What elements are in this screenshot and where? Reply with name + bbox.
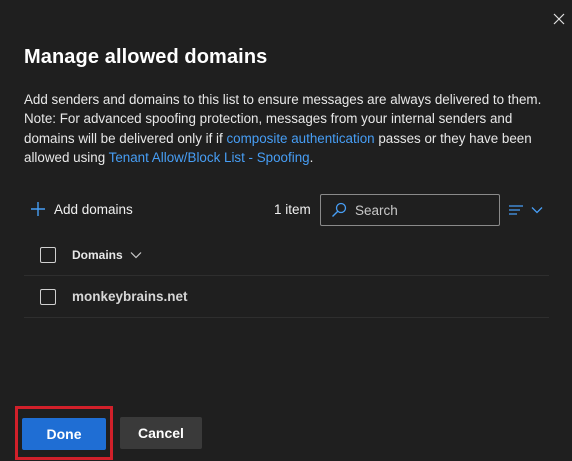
filter-button[interactable] bbox=[508, 200, 548, 220]
panel-description: Add senders and domains to this list to … bbox=[24, 90, 544, 168]
chevron-down-icon bbox=[531, 207, 543, 214]
description-text-3: . bbox=[309, 150, 314, 166]
close-button[interactable] bbox=[550, 10, 568, 28]
close-icon bbox=[553, 13, 565, 25]
plus-icon bbox=[31, 202, 45, 216]
list-filter-icon bbox=[509, 205, 523, 215]
cancel-button[interactable]: Cancel bbox=[120, 417, 202, 449]
domains-column-header[interactable]: Domains bbox=[72, 248, 142, 262]
domains-table: Domains monkeybrains.net bbox=[24, 234, 549, 318]
panel-title: Manage allowed domains bbox=[24, 46, 268, 68]
search-placeholder: Search bbox=[355, 202, 398, 218]
composite-authentication-link[interactable]: composite authentication bbox=[226, 131, 374, 146]
search-icon bbox=[332, 202, 347, 217]
domain-cell: monkeybrains.net bbox=[72, 289, 188, 304]
panel-footer: Done Cancel bbox=[0, 405, 572, 461]
table-header-row: Domains bbox=[24, 234, 549, 276]
add-domains-label: Add domains bbox=[54, 201, 133, 217]
domains-column-label: Domains bbox=[72, 247, 123, 262]
toolbar: Add domains 1 item Search bbox=[24, 194, 549, 226]
table-row[interactable]: monkeybrains.net bbox=[24, 276, 549, 318]
add-domains-button[interactable]: Add domains bbox=[30, 198, 133, 220]
tenant-allow-block-list-link[interactable]: Tenant Allow/Block List - Spoofing bbox=[109, 150, 310, 165]
row-checkbox[interactable] bbox=[40, 288, 56, 305]
done-button[interactable]: Done bbox=[22, 418, 106, 450]
search-input[interactable]: Search bbox=[320, 194, 500, 226]
select-all-checkbox[interactable] bbox=[40, 246, 56, 263]
manage-allowed-domains-panel: Manage allowed domains Add senders and d… bbox=[0, 0, 572, 461]
chevron-down-icon bbox=[130, 251, 142, 258]
item-count: 1 item bbox=[274, 202, 311, 217]
